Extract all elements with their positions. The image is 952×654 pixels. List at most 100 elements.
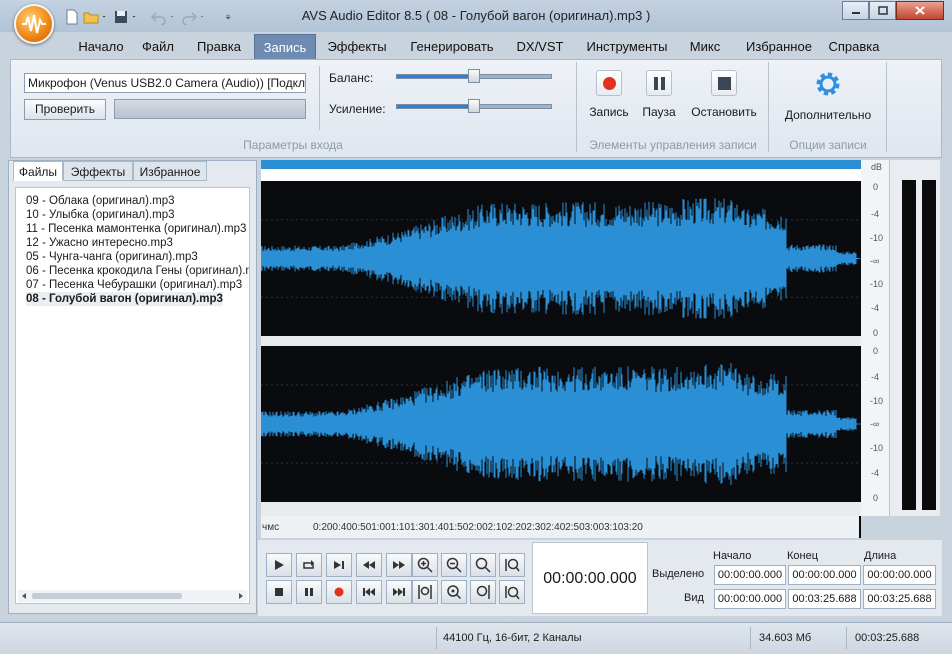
gain-label: Усиление: [329, 102, 386, 116]
tab-files[interactable]: Файлы [13, 161, 63, 181]
list-item[interactable]: 11 - Песенка мамонтенка (оригинал).mp3 [26, 222, 246, 236]
stop-button[interactable]: Остановить [686, 70, 762, 119]
tab-dxvst[interactable]: DX/VST [510, 34, 570, 60]
group-divider [576, 62, 577, 152]
stop-label: Остановить [691, 105, 757, 119]
minimize-icon [851, 11, 860, 14]
list-item[interactable]: 06 - Песенка крокодила Гены (оригинал).m [26, 264, 249, 278]
stop-icon [711, 70, 737, 96]
zoom-100-button[interactable] [470, 553, 496, 577]
view-start-field[interactable]: 00:00:00.000 [714, 589, 786, 609]
db-tick: 0 [873, 493, 879, 503]
more-options-label: Дополнительно [784, 108, 872, 122]
tab-effects-panel[interactable]: Эффекты [63, 161, 133, 181]
list-item[interactable]: 12 - Ужасно интересно.mp3 [26, 236, 173, 250]
selection-end-field[interactable]: 00:00:00.000 [788, 565, 861, 585]
horizontal-scrollbar[interactable] [18, 590, 247, 602]
close-button[interactable] [896, 1, 944, 20]
tab-home[interactable]: Начало [64, 34, 138, 60]
overview-bar[interactable] [261, 160, 861, 169]
input-device-select[interactable]: Микрофон (Venus USB2.0 Camera (Audio)) [… [24, 73, 306, 93]
zoom-in-button[interactable] [412, 553, 438, 577]
list-item[interactable]: 05 - Чунга-чанга (оригинал).mp3 [26, 250, 198, 264]
pause-label: Пауза [642, 105, 676, 119]
selection-length-field[interactable]: 00:00:00.000 [863, 565, 936, 585]
timeline-tick-label: 1:00 [371, 522, 391, 533]
fast-forward-button[interactable] [386, 553, 412, 577]
minimize-button[interactable] [842, 1, 869, 20]
tab-mix[interactable]: Микс [682, 34, 728, 60]
timeline-tick-label: 1:10 [390, 522, 411, 533]
timeline-ruler[interactable]: чмс 0:20 0:40 0:50 1:00 1:10 1:30 1:40 1:50 2:00 2… [261, 516, 859, 538]
record-button[interactable]: Запись [585, 70, 633, 119]
file-panel: Файлы Эффекты Избранное 09 - Облака (ори… [8, 160, 257, 614]
zoom-vertical-button[interactable] [499, 553, 525, 577]
level-meters [889, 160, 940, 516]
waveform-channel-right[interactable] [261, 346, 861, 502]
group-divider [886, 62, 887, 152]
zoom-fit-button[interactable] [441, 580, 467, 604]
list-item[interactable]: 09 - Облака (оригинал).mp3 [26, 194, 175, 208]
tab-edit[interactable]: Правка [190, 34, 248, 60]
waveform-path [261, 198, 861, 319]
gain-slider-thumb[interactable] [468, 99, 480, 113]
tab-effects[interactable]: Эффекты [324, 34, 390, 60]
app-logo-icon[interactable] [14, 4, 54, 44]
db-tick: -10 [870, 396, 884, 406]
balance-label: Баланс: [329, 71, 374, 85]
tab-tools[interactable]: Инструменты [580, 34, 674, 60]
db-tick: -10 [870, 279, 884, 289]
more-options-button[interactable]: Дополнительно [778, 68, 878, 122]
header-end: Конец [787, 550, 819, 562]
scroll-left-icon[interactable] [20, 592, 28, 600]
file-size: 34.603 Мб [750, 627, 844, 649]
balance-slider-thumb[interactable] [468, 69, 480, 83]
view-length-field[interactable]: 00:03:25.688 [863, 589, 936, 609]
list-item[interactable]: 10 - Улыбка (оригинал).mp3 [26, 208, 175, 222]
play-to-end-button[interactable] [326, 553, 352, 577]
db-tick: 0 [873, 346, 879, 356]
go-to-start-button[interactable] [356, 580, 382, 604]
tab-favorites[interactable]: Избранное [738, 34, 820, 60]
selection-start-field[interactable]: 00:00:00.000 [714, 565, 786, 585]
maximize-icon [877, 6, 888, 15]
loop-button[interactable] [296, 553, 322, 577]
maximize-button[interactable] [869, 1, 896, 20]
check-button[interactable]: Проверить [24, 99, 106, 120]
list-item[interactable]: 07 - Песенка Чебурашки (оригинал).mp3 [26, 278, 242, 292]
stop-playback-icon [275, 588, 283, 596]
scrollbar-thumb[interactable] [32, 593, 182, 599]
db-tick: 0 [873, 182, 879, 192]
record-playback-button[interactable] [326, 580, 352, 604]
play-icon [275, 560, 284, 570]
db-tick: -4 [871, 372, 880, 382]
scroll-right-icon[interactable] [237, 592, 245, 600]
pause-playback-button[interactable] [296, 580, 322, 604]
zoom-selection-button[interactable] [412, 580, 438, 604]
zoom-100-icon [475, 557, 491, 573]
go-to-end-button[interactable] [386, 580, 412, 604]
list-item-selected[interactable]: 08 - Голубой вагон (оригинал).mp3 [26, 292, 223, 306]
view-end-field[interactable]: 00:03:25.688 [788, 589, 861, 609]
timeline-tick-label: 2:50 [565, 522, 585, 533]
zoom-out-button[interactable] [441, 553, 467, 577]
timeline-tick-label: 2:30 [526, 522, 546, 533]
rewind-button[interactable] [356, 553, 382, 577]
play-button[interactable] [266, 553, 292, 577]
zoom-to-end-button[interactable] [470, 580, 496, 604]
timeline-tick-label: 2:20 [507, 522, 527, 533]
db-tick: -4 [871, 468, 880, 478]
zoom-vertical-out-button[interactable] [499, 580, 525, 604]
tab-favorites-panel[interactable]: Избранное [133, 161, 207, 181]
waveform-channel-left[interactable] [261, 181, 861, 336]
tab-generate[interactable]: Генерировать [404, 34, 500, 60]
zoom-in-icon [417, 557, 433, 573]
waveform-view[interactable] [261, 160, 861, 538]
tab-record[interactable]: Запись [254, 34, 316, 60]
tab-help[interactable]: Справка [826, 34, 882, 60]
pause-button[interactable]: Пауза [637, 70, 681, 119]
row-label-selected: Выделено [652, 568, 705, 580]
loop-icon [303, 560, 314, 569]
tab-file[interactable]: Файл [138, 34, 178, 60]
stop-playback-button[interactable] [266, 580, 292, 604]
